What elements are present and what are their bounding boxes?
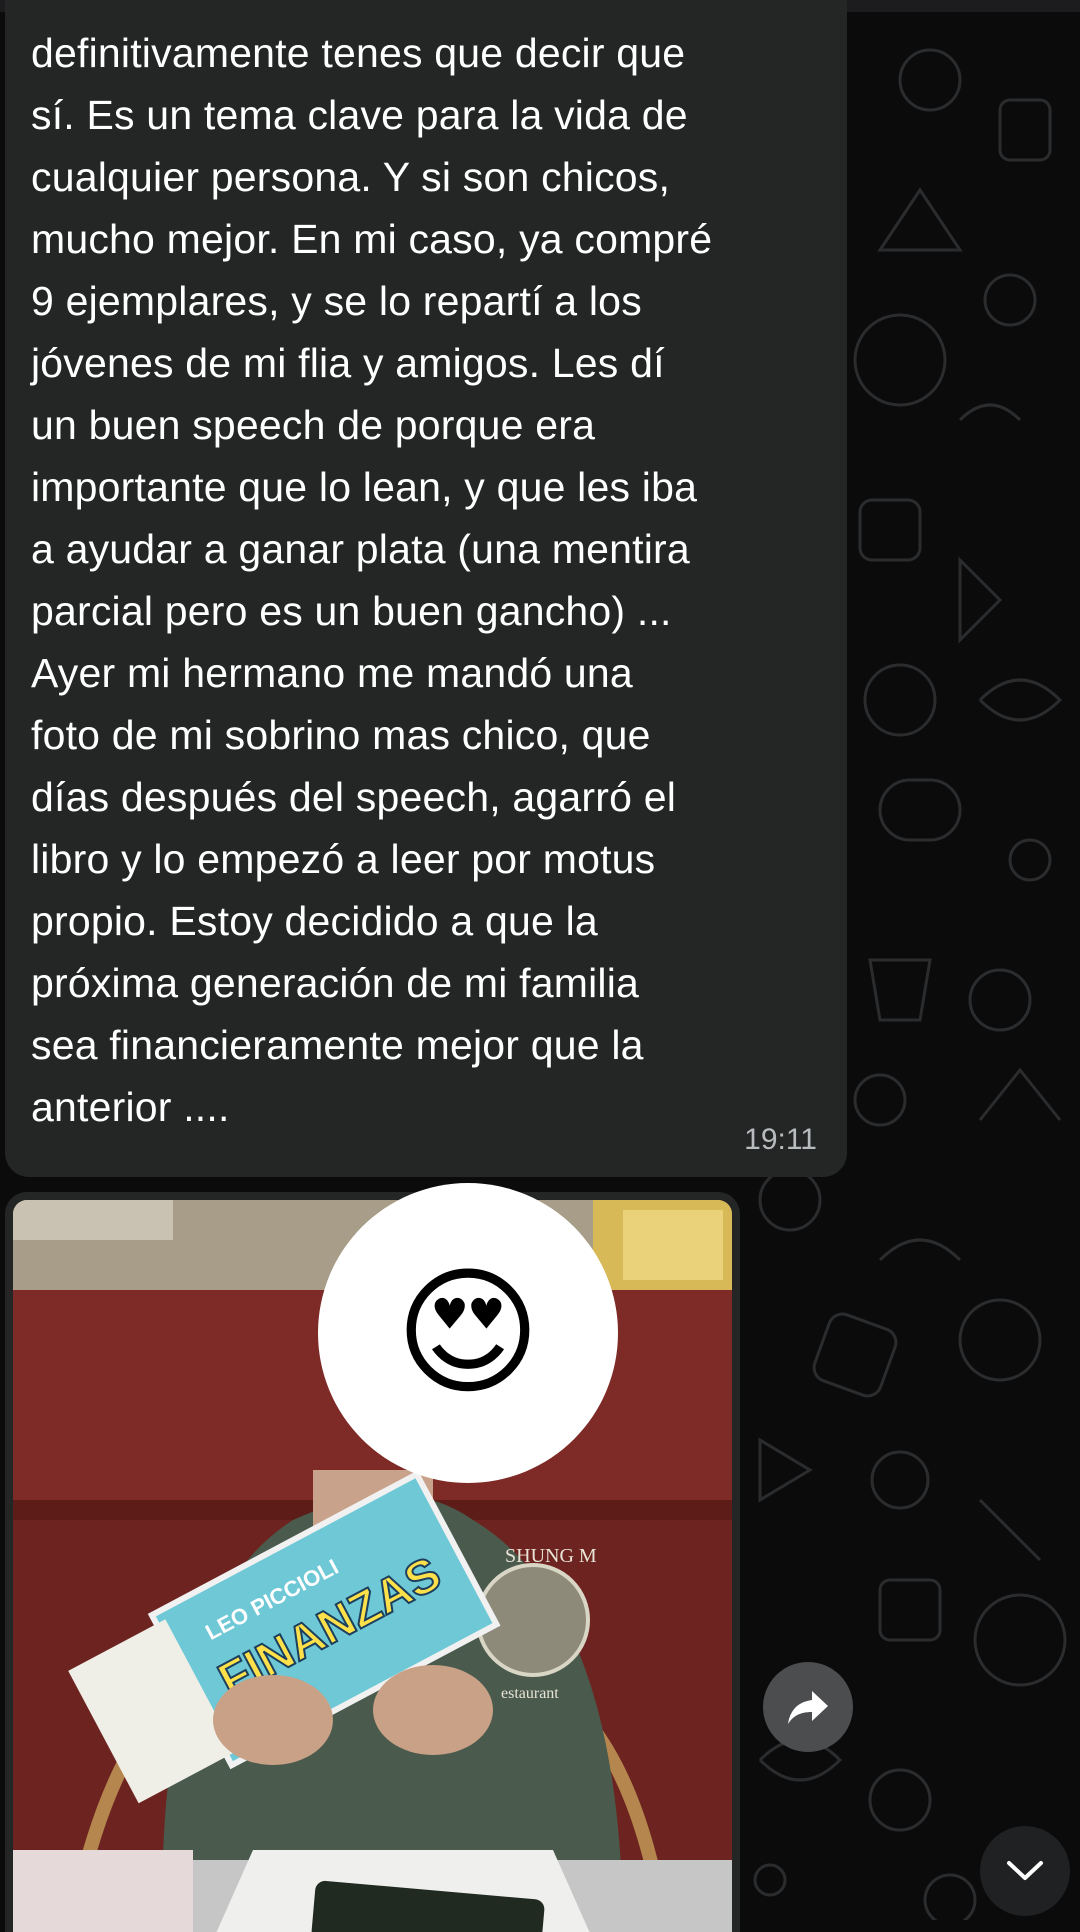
scroll-to-bottom-button[interactable] — [980, 1826, 1070, 1916]
message-line-cut — [31, 0, 831, 22]
message-line: mucho mejor. En mi caso, ya compré — [31, 216, 713, 262]
message-line: un buen speech de porque era — [31, 402, 596, 448]
message-line: foto de mi sobrino mas chico, que — [31, 712, 651, 758]
message-line: cualquier persona. Y si son chicos, — [31, 154, 671, 200]
share-arrow-icon — [788, 1691, 828, 1724]
message-timestamp: 19:11 — [744, 1123, 817, 1156]
message-text: definitivamente tenes que decir que sí. … — [31, 0, 831, 1138]
shirt-subtext: estaurant — [501, 1685, 559, 1702]
message-line: importante que lo lean, y que les iba — [31, 464, 698, 510]
message-line: sí. Es un tema clave para la vida de — [31, 92, 688, 138]
message-line: parcial pero es un buen gancho) ... — [31, 588, 672, 634]
incoming-message-bubble[interactable]: definitivamente tenes que decir que sí. … — [5, 0, 847, 1177]
message-line: definitivamente tenes que decir que — [31, 30, 686, 76]
message-line: propio. Estoy decidido a que la — [31, 898, 598, 944]
chevron-down-icon — [1007, 1861, 1043, 1880]
message-line: días después del speech, agarró el — [31, 774, 677, 820]
message-line: próxima generación de mi familia — [31, 960, 640, 1006]
message-line: Ayer mi hermano me mandó una — [31, 650, 633, 696]
message-line: sea financieramente mejor que la — [31, 1022, 644, 1068]
message-line: a ayudar a ganar plata (una mentira — [31, 526, 690, 572]
forward-button[interactable] — [763, 1662, 853, 1752]
shirt-text: SHUNG M — [505, 1545, 597, 1567]
message-line: jóvenes de mi flia y amigos. Les dí — [31, 340, 665, 386]
heart-eyes-emoji: 😍 — [395, 1254, 541, 1411]
emoji-sticker[interactable]: 😍 — [318, 1183, 618, 1483]
message-line: anterior .... — [31, 1084, 230, 1130]
message-line: 9 ejemplares, y se lo repartí a los — [31, 278, 642, 324]
message-line: libro y lo empezó a leer por motus — [31, 836, 656, 882]
